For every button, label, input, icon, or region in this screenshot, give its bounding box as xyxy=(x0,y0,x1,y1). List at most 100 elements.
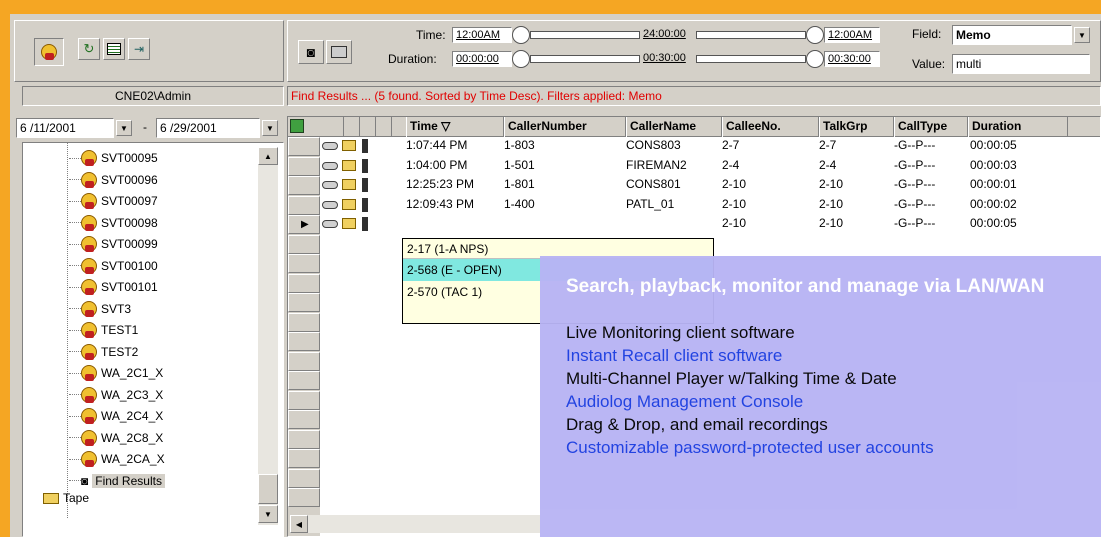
table-row[interactable]: 1:07:44 PM 1-803 CONS803 2-7 2-7 -G--P--- 00:0… xyxy=(320,137,1100,156)
row-header[interactable] xyxy=(288,254,320,273)
tree-item[interactable]: WA_2C8_X xyxy=(69,428,163,448)
table-row[interactable]: 12:25:23 PM 1-801 CONS801 2-10 2-10 -G--P--- 0… xyxy=(320,176,1100,195)
field-select[interactable]: Memo xyxy=(952,25,1072,45)
audio-file-icon[interactable] xyxy=(322,220,338,228)
date-from-field[interactable]: 6 /11/2001 xyxy=(16,118,114,138)
row-header[interactable] xyxy=(288,293,320,312)
time-end-knob[interactable] xyxy=(806,26,824,44)
row-header[interactable] xyxy=(288,429,320,449)
tree-item[interactable]: SVT00096 xyxy=(69,170,158,190)
time-start-field[interactable]: 12:00AM xyxy=(452,27,512,43)
tree-view[interactable]: SVT00095 SVT00096 SVT00097 SVT00098 SVT00099… xyxy=(22,142,284,537)
radio-device-icon[interactable] xyxy=(362,217,368,231)
grid-header-icon-column[interactable] xyxy=(360,117,376,137)
time-slider-track[interactable] xyxy=(530,31,640,39)
time-end-field[interactable]: 12:00AM xyxy=(824,27,880,43)
folder-user-icon[interactable] xyxy=(342,198,356,210)
tree-scrollbar[interactable] xyxy=(258,147,278,525)
row-header[interactable] xyxy=(288,449,320,468)
row-header[interactable] xyxy=(288,351,320,371)
date-to-dropdown-button[interactable]: ▼ xyxy=(262,120,278,136)
duration-end-field[interactable]: 00:30:00 xyxy=(824,51,880,67)
folder-user-icon[interactable] xyxy=(342,140,356,151)
radio-device-icon[interactable] xyxy=(362,139,368,153)
tree-item[interactable]: SVT00100 xyxy=(69,256,158,276)
promo-feature-line[interactable]: Audiolog Management Console xyxy=(566,390,1101,413)
time-slider-track-right[interactable] xyxy=(696,31,806,39)
row-header[interactable] xyxy=(288,273,320,293)
field-dropdown-button[interactable]: ▼ xyxy=(1074,27,1090,43)
promo-feature-line[interactable]: Customizable password-protected user acc… xyxy=(566,436,1101,459)
column-header[interactable]: Duration xyxy=(968,117,1068,137)
table-row[interactable]: 2-10 2-10 -G--P--- 00:00:05 xyxy=(320,215,1100,234)
row-header[interactable] xyxy=(288,468,320,488)
radio-device-icon[interactable] xyxy=(362,158,368,173)
duration-start-field[interactable]: 00:00:00 xyxy=(452,51,512,67)
date-from-dropdown-button[interactable]: ▼ xyxy=(116,120,132,136)
row-header[interactable] xyxy=(288,312,320,332)
folder-user-icon[interactable] xyxy=(342,218,356,229)
folder-user-icon[interactable] xyxy=(342,179,356,190)
tree-item[interactable]: SVT00095 xyxy=(69,148,158,168)
audio-file-icon[interactable] xyxy=(322,142,338,150)
duration-start-knob[interactable] xyxy=(512,50,530,68)
audio-file-icon[interactable] xyxy=(322,161,338,170)
row-header[interactable] xyxy=(288,371,320,390)
tree-scroll-down-button[interactable]: ▼ xyxy=(258,505,278,523)
grid-scroll-left-button[interactable]: ◀ xyxy=(290,515,308,533)
value-input[interactable]: multi xyxy=(952,54,1090,74)
grid-header-icon-column[interactable] xyxy=(344,117,360,137)
grid-hscrollbar[interactable] xyxy=(290,515,540,533)
duration-slider-track-right[interactable] xyxy=(696,55,806,63)
tree-item[interactable]: TEST1 xyxy=(69,320,138,340)
folder-user-icon[interactable] xyxy=(342,159,356,171)
grid-header-icon-column[interactable] xyxy=(376,117,392,137)
layout-button[interactable] xyxy=(103,38,125,60)
row-header[interactable] xyxy=(288,410,320,429)
grid-header-icon-column[interactable] xyxy=(320,117,344,137)
table-row[interactable]: 12:09:43 PM 1-400 PATL_01 2-10 2-10 -G--P--- 0… xyxy=(320,196,1100,215)
tree-item[interactable]: SVT00097 xyxy=(69,191,158,211)
refresh-button[interactable]: ↻ xyxy=(78,38,100,60)
column-header[interactable]: TalkGrp xyxy=(819,117,894,137)
tree-item[interactable]: WA_2CA_X xyxy=(69,449,165,469)
column-header[interactable]: Time ▽ xyxy=(406,117,504,137)
promo-feature-line[interactable]: Instant Recall client software xyxy=(566,344,1101,367)
tree-item[interactable]: WA_2C1_X xyxy=(69,363,163,383)
find-button[interactable]: ◙ xyxy=(298,40,324,64)
row-header[interactable] xyxy=(288,332,320,351)
row-header[interactable] xyxy=(288,390,320,410)
user-view-button[interactable] xyxy=(34,38,64,66)
exit-button[interactable]: ⇥ xyxy=(128,38,150,60)
column-header[interactable]: CallerName xyxy=(626,117,722,137)
table-row[interactable]: 1:04:00 PM 1-501 FIREMAN2 2-4 2-4 -G--P--- 00:… xyxy=(320,157,1100,176)
time-start-knob[interactable] xyxy=(512,26,530,44)
tree-item[interactable]: SVT3 xyxy=(69,299,131,319)
tree-item-tape[interactable]: Tape xyxy=(43,488,89,508)
tree-item[interactable]: TEST2 xyxy=(69,342,138,362)
grid-corner-icon[interactable] xyxy=(290,119,304,133)
row-header[interactable] xyxy=(288,488,320,507)
duration-end-knob[interactable] xyxy=(806,50,824,68)
column-header[interactable]: CalleeNo. xyxy=(722,117,819,137)
row-header[interactable] xyxy=(288,234,320,254)
row-header[interactable] xyxy=(288,195,320,215)
radio-device-icon[interactable] xyxy=(362,178,368,192)
tree-scroll-up-button[interactable]: ▲ xyxy=(258,147,278,165)
radio-device-icon[interactable] xyxy=(362,197,368,212)
date-to-field[interactable]: 6 /29/2001 xyxy=(156,118,260,138)
row-header[interactable] xyxy=(288,156,320,176)
column-header[interactable]: CallType xyxy=(894,117,968,137)
tree-item[interactable]: SVT00099 xyxy=(69,234,158,254)
column-header[interactable]: CallerNumber xyxy=(504,117,626,137)
tree-item[interactable]: WA_2C4_X xyxy=(69,406,163,426)
audio-file-icon[interactable] xyxy=(322,181,338,189)
row-header[interactable]: ▶ xyxy=(288,215,320,234)
row-header[interactable] xyxy=(288,176,320,195)
tree-item[interactable]: WA_2C3_X xyxy=(69,385,163,405)
tree-item[interactable]: SVT00098 xyxy=(69,213,158,233)
tree-item[interactable]: SVT00101 xyxy=(69,277,158,297)
row-header[interactable] xyxy=(288,137,320,156)
tree-scroll-thumb[interactable] xyxy=(258,474,278,504)
duration-slider-track[interactable] xyxy=(530,55,640,63)
